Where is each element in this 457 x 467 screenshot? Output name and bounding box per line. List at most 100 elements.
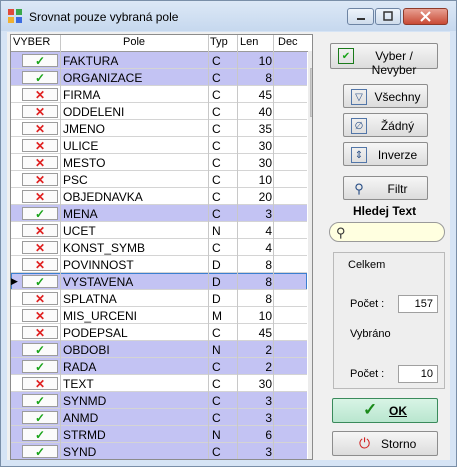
cell-pole: JMENO [63, 122, 105, 136]
checkbox-unchecked-icon[interactable]: ✕ [22, 190, 58, 203]
dialog-window: Srovnat pouze vybraná pole VYBER Pole Ty… [0, 0, 457, 467]
table-row[interactable]: ✓ ORGANIZACE C 8 [11, 69, 307, 86]
checkbox-unchecked-icon[interactable]: ✕ [22, 292, 58, 305]
table-row[interactable]: ✓ SYNMD C 3 [11, 392, 307, 409]
grid-vertical-scrollbar[interactable]: ▲ ▼ [308, 51, 312, 459]
checkbox-checked-icon[interactable]: ✓ [22, 54, 58, 67]
table-row[interactable]: ✓ OBDOBI N 2 [11, 341, 307, 358]
table-row[interactable]: ✕ FIRMA C 45 [11, 86, 307, 103]
maximize-button[interactable] [375, 8, 401, 25]
filtr-button[interactable]: ⚲ Filtr [343, 176, 428, 200]
scroll-up-icon[interactable]: ▲ [308, 51, 312, 68]
cell-pole: SYNMD [63, 394, 107, 408]
table-row[interactable]: ▶ ✓ VYSTAVENA D 8 [11, 273, 307, 290]
cell-pole: OBDOBI [63, 343, 110, 357]
scroll-thumb[interactable] [310, 68, 312, 117]
table-row[interactable]: ✕ MIS_URCENI M 10 [11, 307, 307, 324]
header-typ[interactable]: Typ [210, 36, 228, 48]
checkbox-unchecked-icon[interactable]: ✕ [22, 122, 58, 135]
checkbox-checked-icon[interactable]: ✓ [22, 445, 58, 458]
checkbox-unchecked-icon[interactable]: ✕ [22, 377, 58, 390]
cell-len: 30 [258, 139, 272, 153]
cell-len: 8 [265, 258, 272, 272]
header-vyber[interactable]: VYBER [13, 36, 50, 48]
cell-typ: N [212, 428, 221, 442]
checkbox-checked-icon[interactable]: ✓ [22, 394, 58, 407]
cell-typ: C [212, 411, 221, 425]
checkbox-checked-icon[interactable]: ✓ [22, 343, 58, 356]
select-all-icon: ▽ [351, 89, 367, 105]
table-row[interactable]: ✕ OBJEDNAVKA C 20 [11, 188, 307, 205]
table-row[interactable]: ✓ MENA C 3 [11, 205, 307, 222]
column-divider [60, 35, 61, 459]
table-row[interactable]: ✕ JMENO C 35 [11, 120, 307, 137]
cell-len: 40 [258, 105, 272, 119]
table-row[interactable]: ✕ UCET N 4 [11, 222, 307, 239]
checkbox-unchecked-icon[interactable]: ✕ [22, 224, 58, 237]
table-row[interactable]: ✕ MESTO C 30 [11, 154, 307, 171]
fields-grid[interactable]: VYBER Pole Typ Len Dec ✓ FAKTURA C 10 ✓ ORGAN… [10, 34, 313, 460]
cell-typ: C [212, 156, 221, 170]
checkbox-unchecked-icon[interactable]: ✕ [22, 309, 58, 322]
checkbox-unchecked-icon[interactable]: ✕ [22, 173, 58, 186]
table-row[interactable]: ✕ SPLATNA D 8 [11, 290, 307, 307]
table-row[interactable]: ✓ STRMD N 6 [11, 426, 307, 443]
vyber-nevyber-button[interactable]: ✔ Vyber / Nevyber [330, 43, 438, 77]
checkbox-checked-icon[interactable]: ✓ [22, 275, 58, 288]
table-row[interactable]: ✓ FAKTURA C 10 [11, 52, 307, 69]
ok-button[interactable]: ✓ OK [332, 398, 438, 423]
search-input[interactable]: ⚲ [329, 222, 445, 242]
checkbox-checked-icon[interactable]: ✓ [22, 411, 58, 424]
header-pole[interactable]: Pole [123, 36, 145, 48]
checkbox-unchecked-icon[interactable]: ✕ [22, 326, 58, 339]
checkbox-unchecked-icon[interactable]: ✕ [22, 258, 58, 271]
vsechny-button[interactable]: ▽ Všechny [343, 84, 428, 108]
table-row[interactable]: ✕ TEXT C 30 [11, 375, 307, 392]
checkbox-unchecked-icon[interactable]: ✕ [22, 156, 58, 169]
checkbox-unchecked-icon[interactable]: ✕ [22, 105, 58, 118]
grid-header: VYBER Pole Typ Len Dec [11, 35, 312, 52]
table-row[interactable]: ✕ ULICE C 30 [11, 137, 307, 154]
celkem-label: Celkem [348, 259, 386, 271]
header-dec[interactable]: Dec [278, 36, 298, 48]
table-row[interactable]: ✕ POVINNOST D 8 [11, 256, 307, 273]
window-title: Srovnat pouze vybraná pole [29, 10, 179, 24]
binoculars-icon: ⚲ [354, 181, 364, 196]
table-row[interactable]: ✕ PODEPSAL C 45 [11, 324, 307, 341]
checkbox-checked-icon[interactable]: ✓ [22, 360, 58, 373]
cell-typ: C [212, 88, 221, 102]
cell-typ: C [212, 54, 221, 68]
header-len[interactable]: Len [240, 36, 258, 48]
minimize-button[interactable] [347, 8, 374, 25]
storno-button[interactable]: ⏻ Storno [332, 431, 438, 456]
cell-typ: M [212, 309, 222, 323]
checkbox-checked-icon[interactable]: ✓ [22, 207, 58, 220]
cell-typ: C [212, 122, 221, 136]
table-row[interactable]: ✓ ANMD C 3 [11, 409, 307, 426]
checkbox-unchecked-icon[interactable]: ✕ [22, 139, 58, 152]
title-bar[interactable]: Srovnat pouze vybraná pole [1, 1, 456, 31]
close-button[interactable] [403, 8, 448, 25]
checkbox-unchecked-icon[interactable]: ✕ [22, 88, 58, 101]
cell-typ: C [212, 394, 221, 408]
table-row[interactable]: ✓ SYND C 3 [11, 443, 307, 459]
inverze-button[interactable]: ⇕ Inverze [343, 142, 428, 166]
table-row[interactable]: ✕ PSC C 10 [11, 171, 307, 188]
checkbox-unchecked-icon[interactable]: ✕ [22, 241, 58, 254]
cell-len: 20 [258, 190, 272, 204]
table-row[interactable]: ✕ KONST_SYMB C 4 [11, 239, 307, 256]
zadny-button[interactable]: ∅ Žádný [343, 113, 428, 137]
cell-typ: C [212, 326, 221, 340]
table-row[interactable]: ✕ ODDELENI C 40 [11, 103, 307, 120]
scroll-down-icon[interactable]: ▼ [308, 442, 312, 459]
cell-pole: ULICE [63, 139, 99, 153]
cell-typ: D [212, 275, 221, 289]
table-row[interactable]: ✓ RADA C 2 [11, 358, 307, 375]
column-divider [208, 35, 209, 459]
checkbox-checked-icon[interactable]: ✓ [22, 71, 58, 84]
cell-len: 45 [258, 88, 272, 102]
cell-pole: OBJEDNAVKA [63, 190, 143, 204]
cell-pole: FAKTURA [63, 54, 119, 68]
checkbox-checked-icon[interactable]: ✓ [22, 428, 58, 441]
celkem-count-label: Počet : [350, 298, 385, 310]
